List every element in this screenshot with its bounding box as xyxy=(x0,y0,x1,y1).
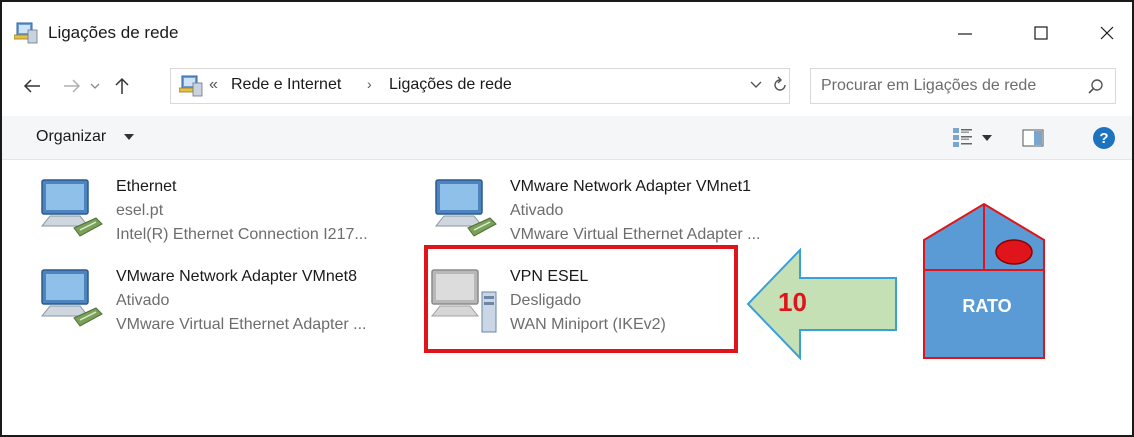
step-number: 10 xyxy=(778,287,807,317)
search-input[interactable]: Procurar em Ligações de rede xyxy=(810,68,1116,104)
search-icon[interactable] xyxy=(1087,78,1105,96)
change-view-icon[interactable] xyxy=(952,126,974,148)
up-arrow-icon xyxy=(115,77,129,94)
network-adapter-icon xyxy=(40,179,103,237)
address-bar[interactable]: « Rede e Internet › Ligações de rede xyxy=(170,68,790,104)
network-connections-window: Ligações de rede « Rede e Internet › Lig… xyxy=(0,0,1134,437)
maximize-button[interactable] xyxy=(1018,14,1064,52)
connection-device: Intel(R) Ethernet Connection I217... xyxy=(116,226,368,243)
highlight-box xyxy=(424,245,738,353)
connection-device: VMware Virtual Ethernet Adapter ... xyxy=(510,226,761,243)
command-bar: Organizar ? xyxy=(2,116,1132,160)
recent-locations-button[interactable] xyxy=(86,72,104,100)
chevron-down-icon[interactable] xyxy=(124,133,134,141)
up-button[interactable] xyxy=(108,72,136,100)
connection-item-vmnet8[interactable]: VMware Network Adapter VMnet8 Ativado VM… xyxy=(36,266,406,346)
breadcrumb-ligacoes-de-rede[interactable]: Ligações de rede xyxy=(389,76,512,94)
chevron-down-icon xyxy=(90,83,100,89)
connection-name: VMware Network Adapter VMnet1 xyxy=(510,178,751,195)
address-dropdown-icon[interactable] xyxy=(749,78,763,92)
network-connections-icon xyxy=(14,22,38,44)
navigation-bar: « Rede e Internet › Ligações de rede Pro… xyxy=(2,58,1132,114)
forward-button[interactable] xyxy=(58,72,86,100)
chevron-down-icon[interactable] xyxy=(982,134,992,142)
network-adapter-icon xyxy=(434,179,497,237)
mouse-icon xyxy=(923,202,1045,359)
connection-device: VMware Virtual Ethernet Adapter ... xyxy=(116,316,367,333)
connection-status: Ativado xyxy=(116,292,170,309)
network-connections-icon xyxy=(179,75,203,97)
back-button[interactable] xyxy=(18,72,46,100)
close-button[interactable] xyxy=(1084,14,1130,52)
connection-name: VMware Network Adapter VMnet8 xyxy=(116,268,357,285)
title-bar: Ligações de rede xyxy=(2,2,1132,56)
help-icon[interactable]: ? xyxy=(1092,126,1116,150)
minimize-button[interactable] xyxy=(942,14,988,52)
search-placeholder: Procurar em Ligações de rede xyxy=(821,77,1037,94)
preview-pane-icon[interactable] xyxy=(1022,128,1044,148)
window-title: Ligações de rede xyxy=(48,23,179,42)
svg-text:?: ? xyxy=(1099,130,1108,147)
close-icon xyxy=(1100,26,1114,40)
breadcrumb-overflow[interactable]: « xyxy=(209,76,218,94)
pointer-arrow-icon xyxy=(746,248,897,360)
minimize-icon xyxy=(958,33,972,35)
organize-button[interactable]: Organizar xyxy=(36,128,106,146)
network-adapter-icon xyxy=(40,269,103,327)
forward-arrow-icon xyxy=(64,79,81,93)
connection-item-ethernet[interactable]: Ethernet esel.pt Intel(R) Ethernet Conne… xyxy=(36,176,406,256)
back-arrow-icon xyxy=(23,79,40,93)
breadcrumb-separator[interactable]: › xyxy=(367,76,372,92)
breadcrumb-rede-e-internet[interactable]: Rede e Internet xyxy=(231,76,341,94)
connection-status: Ativado xyxy=(510,202,564,219)
connection-item-vmnet1[interactable]: VMware Network Adapter VMnet1 Ativado VM… xyxy=(430,176,800,256)
connection-name: Ethernet xyxy=(116,178,177,195)
connection-status: esel.pt xyxy=(116,202,164,219)
refresh-icon[interactable] xyxy=(771,76,789,94)
mouse-label: RATO xyxy=(962,296,1012,316)
maximize-icon xyxy=(1034,26,1048,40)
